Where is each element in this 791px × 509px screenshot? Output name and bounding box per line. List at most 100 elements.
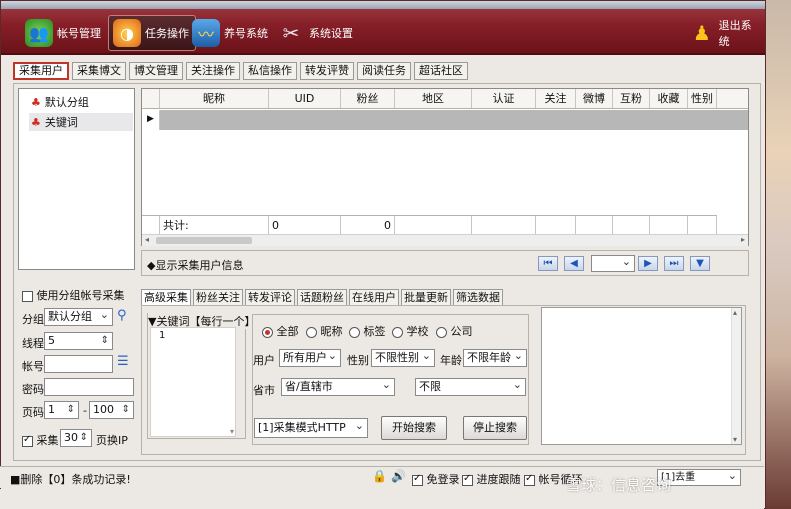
list-icon[interactable]: ☰ <box>117 354 129 369</box>
lock-icon[interactable]: 🔒 <box>372 469 387 483</box>
col-favorites[interactable]: 收藏 <box>650 89 688 108</box>
use-group-label: 使用分组帐号采集 <box>36 289 125 302</box>
info-label: ◆显示采集用户信息 <box>147 259 244 272</box>
footer-cell <box>395 216 472 235</box>
col-nickname[interactable]: 昵称 <box>160 89 269 108</box>
tree-item-default-group[interactable]: ♣ 默认分组 <box>31 93 89 111</box>
scroll-right-icon[interactable]: ▸ <box>741 235 745 244</box>
user-data-grid[interactable]: 昵称 UID 粉丝 地区 认证 关注 微博 互粉 收藏 性别 ▶ 共计: 0 0… <box>141 88 749 246</box>
radio-all[interactable]: 全部 <box>262 323 299 339</box>
page-from-stepper[interactable]: 1 <box>44 401 79 419</box>
collect-count-stepper[interactable]: 30 <box>60 429 92 447</box>
account-input[interactable] <box>44 355 113 373</box>
prev-page-icon[interactable]: ◀ <box>564 256 584 271</box>
checkbox[interactable] <box>22 434 33 447</box>
scroll-down-icon[interactable]: ▾ <box>733 435 737 444</box>
subtab-topic-fans[interactable]: 话题粉丝 <box>297 289 347 306</box>
use-group-checkbox[interactable]: 使用分组帐号采集 <box>22 287 125 303</box>
user-filter-select[interactable]: 所有用户 <box>279 348 341 367</box>
subtab-batch-update[interactable]: 批量更新 <box>401 289 451 306</box>
radio-nickname[interactable]: 昵称 <box>306 323 343 339</box>
table-row[interactable]: ▶ <box>142 110 748 130</box>
nav-label: 系统设置 <box>309 27 353 40</box>
subtab-advanced[interactable]: 高级采集 <box>141 289 191 306</box>
radio-school[interactable]: 学校 <box>392 323 429 339</box>
tab-repost-comment-like[interactable]: 转发评赞 <box>300 62 354 80</box>
nav-system-settings[interactable]: ✂ 系统设置 <box>273 15 359 51</box>
checkbox[interactable] <box>22 290 33 302</box>
account-label: 帐号 <box>22 360 44 373</box>
link-icon[interactable]: ⚲ <box>117 308 127 323</box>
col-uid[interactable]: UID <box>269 89 341 108</box>
col-weibo[interactable]: 微博 <box>576 89 613 108</box>
radio-button[interactable] <box>392 326 403 338</box>
subtab-online-users[interactable]: 在线用户 <box>349 289 399 306</box>
last-page-icon[interactable]: ⏭ <box>664 256 684 271</box>
subtab-filter-data[interactable]: 筛选数据 <box>453 289 503 306</box>
radio-tag[interactable]: 标签 <box>349 323 386 339</box>
col-mutual[interactable]: 互粉 <box>613 89 650 108</box>
start-search-button[interactable]: 开始搜索 <box>381 416 447 440</box>
col-gender[interactable]: 性别 <box>688 89 717 108</box>
footer-fans-total: 0 <box>341 216 395 235</box>
subtab-repost-comment[interactable]: 转发评论 <box>245 289 295 306</box>
watermark-text: 雪球：信息咨询 <box>566 476 672 494</box>
province-select[interactable]: 省/直辖市 <box>281 377 395 396</box>
radio-button[interactable] <box>262 326 273 338</box>
radio-label: 全部 <box>276 325 299 338</box>
tree-item-keywords[interactable]: ♣ 关键词 <box>29 113 133 131</box>
scroll-up-icon[interactable]: ▴ <box>733 308 737 317</box>
footer-cell <box>472 216 536 235</box>
thread-stepper[interactable]: 5 <box>44 332 113 350</box>
stop-search-button[interactable]: 停止搜索 <box>463 416 527 440</box>
download-icon[interactable]: ▼ <box>690 256 710 271</box>
logout-button[interactable]: ♟ 退出系统 <box>685 15 765 51</box>
page-to-stepper[interactable]: 100 <box>89 401 134 419</box>
col-verified[interactable]: 认证 <box>472 89 536 108</box>
scroll-left-icon[interactable]: ◂ <box>145 235 149 244</box>
col-following[interactable]: 关注 <box>536 89 576 108</box>
nav-task-operations[interactable]: ◑ 任务操作 <box>108 15 196 51</box>
col-region[interactable]: 地区 <box>395 89 472 108</box>
checkbox[interactable] <box>462 473 473 486</box>
checkbox[interactable] <box>412 473 423 486</box>
tab-collect-posts[interactable]: 采集博文 <box>72 62 126 80</box>
radio-button[interactable] <box>436 326 447 338</box>
tab-private-message[interactable]: 私信操作 <box>243 62 297 80</box>
next-page-icon[interactable]: ▶ <box>638 256 658 271</box>
tab-post-management[interactable]: 博文管理 <box>129 62 183 80</box>
vertical-scrollbar[interactable]: ▴ ▾ <box>731 308 741 444</box>
tab-super-topic[interactable]: 超话社区 <box>414 62 468 80</box>
scroll-down-icon[interactable]: ▾ <box>230 427 234 436</box>
collect-mode-select[interactable]: [1]采集模式HTTP <box>254 417 368 438</box>
free-login-checkbox[interactable]: 免登录 <box>412 471 460 487</box>
col-fans[interactable]: 粉丝 <box>341 89 395 108</box>
tab-collect-users[interactable]: 采集用户 <box>13 62 69 80</box>
group-select[interactable]: 默认分组 <box>44 307 113 326</box>
group-tree[interactable]: ♣ 默认分组 ♣ 关键词 <box>18 88 135 270</box>
first-page-icon[interactable]: ⏮ <box>538 256 558 271</box>
keyword-textarea[interactable]: 1 ▾ <box>150 327 236 437</box>
tab-follow[interactable]: 关注操作 <box>186 62 240 80</box>
age-select[interactable]: 不限年龄 <box>463 348 527 367</box>
password-input[interactable] <box>44 378 134 396</box>
checkbox[interactable] <box>524 473 535 486</box>
scroll-thumb[interactable] <box>156 237 252 244</box>
nav-account-management[interactable]: 👥 帐号管理 <box>21 15 107 51</box>
page-select[interactable] <box>591 254 635 272</box>
radio-button[interactable] <box>306 326 317 338</box>
progress-follow-checkbox[interactable]: 进度跟随 <box>462 471 521 487</box>
horizontal-scrollbar[interactable]: ◂ ▸ <box>142 234 748 246</box>
radio-company[interactable]: 公司 <box>436 323 473 339</box>
grid-footer: 共计: 0 0 <box>142 215 717 235</box>
tree-item-label: 默认分组 <box>44 96 89 109</box>
city-select[interactable]: 不限 <box>415 377 526 396</box>
radio-button[interactable] <box>349 326 360 338</box>
nav-nurture-system[interactable]: 〰 养号系统 <box>188 15 274 51</box>
collect-checkbox[interactable]: 采集 <box>22 432 59 448</box>
gender-select[interactable]: 不限性别 <box>371 348 435 367</box>
subtab-fans-follow[interactable]: 粉丝关注 <box>193 289 243 306</box>
speaker-icon[interactable]: 🔊 <box>391 469 406 483</box>
log-output[interactable]: ▴ ▾ <box>541 307 742 445</box>
tab-read-task[interactable]: 阅读任务 <box>357 62 411 80</box>
